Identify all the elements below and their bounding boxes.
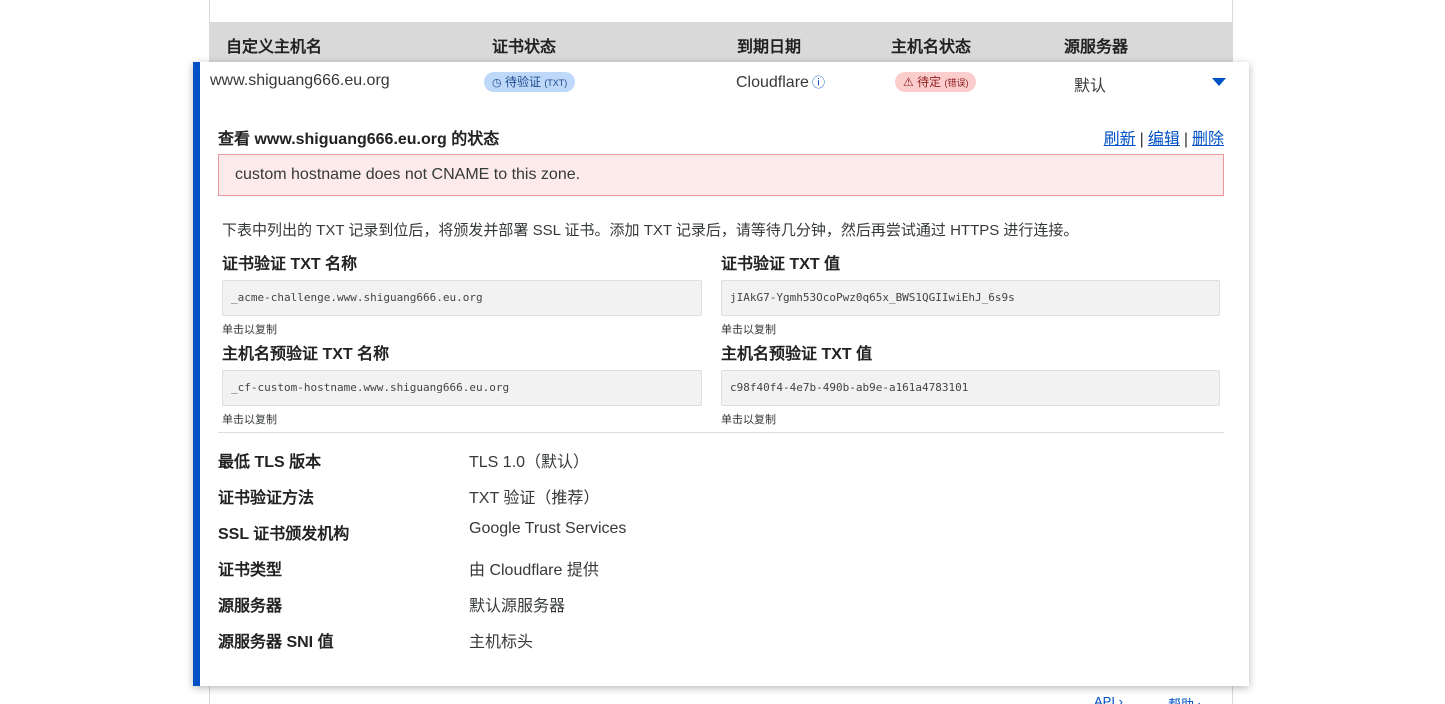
error-alert: custom hostname does not CNAME to this z… <box>218 154 1224 196</box>
expiry-text: Cloudflare <box>736 74 809 91</box>
help-link[interactable]: 帮助 › <box>1168 694 1202 704</box>
clock-icon: ◷ <box>492 77 502 89</box>
detail-value-ca: Google Trust Services <box>469 520 627 537</box>
hostname-detail-panel: www.shiguang666.eu.org ◷ 待验证 (TXT) Cloud… <box>193 62 1249 686</box>
table-header: 自定义主机名 证书状态 到期日期 主机名状态 源服务器 <box>210 22 1232 62</box>
detail-label-validation-method: 证书验证方法 <box>218 490 315 507</box>
chevron-right-icon: › <box>1194 697 1202 704</box>
panel-accent-bar <box>193 62 200 686</box>
caret-down-icon[interactable] <box>1212 78 1226 86</box>
detail-label-origin: 源服务器 <box>218 598 283 615</box>
hostname-status-badge: ⚠ 待定 (错误) <box>895 72 977 92</box>
detail-value-cert-type: 由 Cloudflare 提供 <box>469 562 599 579</box>
detail-value-min-tls: TLS 1.0（默认） <box>469 454 590 471</box>
edit-link[interactable]: 编辑 <box>1148 131 1180 148</box>
divider <box>218 432 1224 433</box>
header-origin: 源服务器 <box>1064 39 1129 56</box>
cert-status-badge: ◷ 待验证 (TXT) <box>484 72 576 92</box>
header-hostname-status: 主机名状态 <box>891 39 972 56</box>
detail-label-ca: SSL 证书颁发机构 <box>218 526 350 543</box>
row-origin: 默认 <box>1074 78 1107 95</box>
hostname-status-sub: (错误) <box>944 78 969 88</box>
copy-hint: 单击以复制 <box>222 414 277 426</box>
host-txt-name-field[interactable]: _cf-custom-hostname.www.shiguang666.eu.o… <box>222 370 702 406</box>
api-link[interactable]: API › <box>1094 694 1123 704</box>
warning-icon: ⚠ <box>903 75 914 89</box>
cert-txt-value-field[interactable]: jIAkG7-Ygmh53OcoPwz0q65x_BWS1QGIIwiEhJ_6… <box>721 280 1220 316</box>
help-link-label: 帮助 <box>1168 697 1194 704</box>
chevron-right-icon: › <box>1114 694 1123 704</box>
host-txt-value-label: 主机名预验证 TXT 值 <box>721 346 873 363</box>
header-custom-hostname: 自定义主机名 <box>226 39 323 56</box>
info-icon[interactable]: ⓘ <box>812 75 825 90</box>
header-cert-status: 证书状态 <box>492 39 557 56</box>
instructions-text: 下表中列出的 TXT 记录到位后，将颁发并部署 SSL 证书。添加 TXT 记录… <box>222 222 1079 239</box>
api-link-label: API <box>1094 694 1115 704</box>
copy-hint: 单击以复制 <box>222 324 277 336</box>
detail-value-sni: 主机标头 <box>469 634 534 651</box>
action-separator: | <box>1183 131 1188 148</box>
header-expiry: 到期日期 <box>737 39 802 56</box>
detail-value-validation-method: TXT 验证（推荐） <box>469 490 600 507</box>
action-separator: | <box>1139 131 1144 148</box>
detail-label-cert-type: 证书类型 <box>218 562 283 579</box>
refresh-link[interactable]: 刷新 <box>1104 131 1136 148</box>
detail-value-origin: 默认源服务器 <box>469 598 566 615</box>
error-message: custom hostname does not CNAME to this z… <box>235 166 581 183</box>
detail-label-min-tls: 最低 TLS 版本 <box>218 454 322 471</box>
cert-status-label: 待验证 <box>504 75 541 89</box>
hostname-status-label: 待定 <box>917 75 942 89</box>
detail-label-sni: 源服务器 SNI 值 <box>218 634 334 651</box>
row-hostname: www.shiguang666.eu.org <box>210 72 390 89</box>
delete-link[interactable]: 删除 <box>1192 131 1224 148</box>
panel-actions: 刷新 | 编辑 | 删除 <box>1104 125 1224 149</box>
status-title: 查看 www.shiguang666.eu.org 的状态 <box>218 131 500 148</box>
cert-txt-name-field[interactable]: _acme-challenge.www.shiguang666.eu.org <box>222 280 702 316</box>
host-txt-name-label: 主机名预验证 TXT 名称 <box>222 346 390 363</box>
cert-txt-name-label: 证书验证 TXT 名称 <box>222 256 358 273</box>
host-txt-value-field[interactable]: c98f40f4-4e7b-490b-ab9e-a161a4783101 <box>721 370 1220 406</box>
copy-hint: 单击以复制 <box>721 324 776 336</box>
copy-hint: 单击以复制 <box>721 414 776 426</box>
row-expiry: Cloudflare ⓘ <box>736 72 825 92</box>
cert-txt-value-label: 证书验证 TXT 值 <box>721 256 841 273</box>
cert-status-sub: (TXT) <box>544 78 568 88</box>
